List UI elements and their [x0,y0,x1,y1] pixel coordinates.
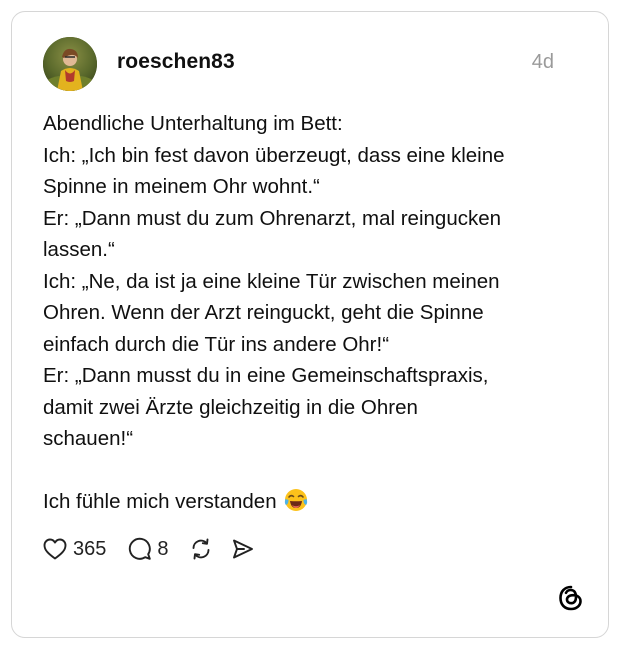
speech-bubble-icon [129,537,152,560]
post-line: Ich: „Ne, da ist ja eine kleine Tür zwis… [43,269,500,293]
share-button[interactable] [231,537,255,561]
action-bar: 365 8 [43,534,255,564]
post-line: Spinne in meinem Ohr wohnt.“ [43,175,320,198]
post-line: einfach durch die Tür ins andere Ohr!“ [43,332,390,356]
reply-count: 8 [157,537,169,560]
post-line: damit zwei Ärzte gleichzeitig in die Ohr… [43,395,418,419]
like-button[interactable]: 365 [43,538,106,561]
post-line-last: Ich fühle mich verstanden [43,486,588,518]
post-line-blank [43,455,588,487]
like-count: 365 [73,537,107,560]
reply-button[interactable]: 8 [128,537,169,561]
face-with-tears-of-joy-icon [285,489,308,511]
heart-icon [43,538,67,560]
post-card: roeschen83 4d Abendliche Unterhaltung im… [11,11,609,638]
send-icon [232,539,253,559]
author-username[interactable]: roeschen83 [117,50,235,74]
threads-logo-icon [559,585,582,611]
post-line: Ich: „Ich bin fest davon überzeugt, dass… [43,143,505,167]
post-line: Abendliche Unterhaltung im Bett: [43,112,343,135]
post-line: Er: „Dann must du zum Ohrenarzt, mal rei… [43,206,502,230]
post-timestamp: 4d [531,51,554,73]
post-line: Ohren. Wenn der Arzt reinguckt, geht die… [43,301,484,324]
post-text: Abendliche Unterhaltung im Bett: Ich: „I… [43,108,588,518]
post-line: lassen.“ [43,238,115,261]
repost-icon [192,538,209,560]
repost-button[interactable] [189,537,213,561]
avatar[interactable] [43,37,97,91]
post-line: Ich fühle mich verstanden [43,490,277,513]
post-line: schauen!“ [43,427,134,450]
post-line: Er: „Dann musst du in eine Gemeinschafts… [43,364,489,387]
